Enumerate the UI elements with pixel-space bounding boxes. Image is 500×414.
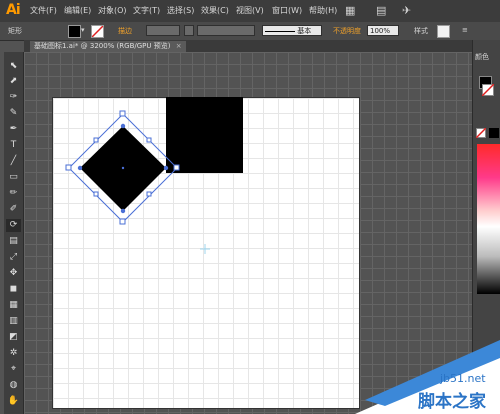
- line-tool-icon[interactable]: ╱: [6, 155, 21, 168]
- shape-label: 矩形: [8, 27, 22, 35]
- free-transform-tool-icon[interactable]: ⤢: [6, 251, 21, 264]
- pen-tool-icon[interactable]: ✒: [6, 123, 21, 136]
- style-swatch[interactable]: [437, 25, 450, 38]
- panel-menu-icon[interactable]: ≡: [462, 26, 468, 34]
- direct-selection-tool-icon[interactable]: ⬈: [6, 75, 21, 88]
- close-tab-icon[interactable]: ×: [176, 42, 182, 50]
- style-label: 样式: [414, 27, 428, 35]
- watermark-text: 脚本之家: [418, 392, 486, 412]
- document-tab[interactable]: 基础图标1.ai* @ 3200% (RGB/GPU 预览) ×: [30, 41, 186, 52]
- document-tab-bar: 基础图标1.ai* @ 3200% (RGB/GPU 预览) ×: [24, 40, 472, 52]
- menu-text[interactable]: 文字(T): [133, 5, 160, 16]
- eyedropper-tool-icon[interactable]: ◩: [6, 331, 21, 344]
- fill-dropdown-icon[interactable]: ▾: [81, 26, 85, 34]
- opacity-label[interactable]: 不透明度: [333, 26, 361, 36]
- menu-edit[interactable]: 编辑(E): [64, 5, 91, 16]
- hand-tool-icon[interactable]: ✋: [6, 395, 21, 408]
- black-swatch[interactable]: [489, 128, 499, 138]
- control-bar: 矩形 ▾ 描边 基本 不透明度 100% 样式 ≡: [0, 22, 500, 41]
- fill-swatch[interactable]: [68, 25, 81, 38]
- menu-file[interactable]: 文件(F): [30, 5, 57, 16]
- color-spectrum[interactable]: [477, 144, 500, 294]
- workspace-icon[interactable]: ▤: [376, 4, 386, 17]
- shape-builder-tool-icon[interactable]: ✥: [6, 267, 21, 280]
- menu-window[interactable]: 窗口(W): [272, 5, 302, 16]
- variable-width-field[interactable]: [197, 25, 255, 36]
- width-tool-icon[interactable]: ▤: [6, 235, 21, 248]
- color-panel-title: 颜色: [475, 53, 489, 61]
- tools-panel: ⬉ ⬈ ✑ ✎ ✒ T ╱ ▭ ✏ ✐ ⟳ ▤ ⤢ ✥ ◼ ▦ ▥ ◩ ✲ ⌖ …: [4, 52, 24, 414]
- arrange-icon[interactable]: ✈: [402, 4, 411, 17]
- rotate-tool-icon[interactable]: ⟳: [6, 219, 21, 232]
- bridge-icon[interactable]: ▦: [345, 4, 355, 17]
- lasso-tool-icon[interactable]: ✎: [6, 107, 21, 120]
- artboard[interactable]: [52, 97, 360, 409]
- stroke-style-label: 基本: [297, 27, 312, 35]
- menu-help[interactable]: 帮助(H): [309, 5, 337, 16]
- menu-object[interactable]: 对象(O): [98, 5, 127, 16]
- brush-definition-field[interactable]: 基本: [262, 25, 322, 36]
- column-graph-tool-icon[interactable]: ⌖: [6, 363, 21, 376]
- watermark-site: jb51.net: [440, 372, 486, 385]
- type-tool-icon[interactable]: T: [6, 139, 21, 152]
- none-color-icon[interactable]: [476, 128, 486, 138]
- menu-bar: Ai 文件(F) 编辑(E) 对象(O) 文字(T) 选择(S) 效果(C) 视…: [0, 0, 500, 23]
- opacity-field[interactable]: 100%: [367, 25, 399, 36]
- pencil-tool-icon[interactable]: ✐: [6, 203, 21, 216]
- stroke-swatch[interactable]: [91, 25, 104, 38]
- stroke-label[interactable]: 描边: [118, 26, 132, 36]
- mesh-tool-icon[interactable]: ▦: [6, 299, 21, 312]
- symbol-sprayer-tool-icon[interactable]: ✲: [6, 347, 21, 360]
- document-tab-title: 基础图标1.ai* @ 3200% (RGB/GPU 预览): [34, 42, 171, 50]
- app-logo: Ai: [6, 2, 21, 18]
- menu-select[interactable]: 选择(S): [167, 5, 194, 16]
- panel-stroke-none-icon[interactable]: [482, 84, 494, 96]
- menu-view[interactable]: 视图(V): [236, 5, 264, 16]
- gradient-tool-icon[interactable]: ▥: [6, 315, 21, 328]
- rectangle-tool-icon[interactable]: ▭: [6, 171, 21, 184]
- stroke-weight-field[interactable]: [146, 25, 180, 36]
- paintbrush-tool-icon[interactable]: ✏: [6, 187, 21, 200]
- artboard-tool-icon[interactable]: ◍: [6, 379, 21, 392]
- stroke-line-preview: [265, 30, 295, 32]
- magic-wand-tool-icon[interactable]: ✑: [6, 91, 21, 104]
- stroke-weight-dropdown[interactable]: [184, 25, 194, 36]
- selection-tool-icon[interactable]: ⬉: [6, 60, 21, 73]
- perspective-grid-tool-icon[interactable]: ◼: [6, 283, 21, 296]
- menu-effect[interactable]: 效果(C): [201, 5, 229, 16]
- no-stroke-icon: [92, 26, 103, 37]
